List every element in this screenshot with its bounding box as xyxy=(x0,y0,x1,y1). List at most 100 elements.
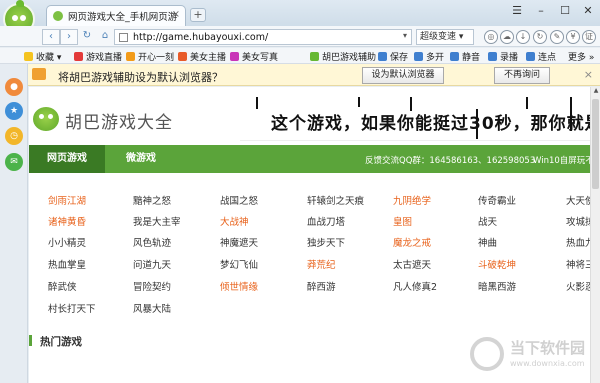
bookmark-more[interactable]: 更多 » xyxy=(568,50,594,63)
chat-icon[interactable]: ✉ xyxy=(5,153,23,171)
banner-bar xyxy=(358,97,360,107)
game-link[interactable]: 九阴绝学 xyxy=(393,193,431,207)
bookmark-beauty-photo[interactable]: 美女写真 xyxy=(230,50,278,63)
game-link[interactable]: 神将三 xyxy=(566,257,590,271)
scroll-thumb[interactable] xyxy=(592,99,599,189)
game-link[interactable]: 剑雨江湖 xyxy=(48,193,86,207)
game-link[interactable]: 攻城掠 xyxy=(566,214,590,228)
certificate-icon[interactable]: 证 xyxy=(582,30,596,44)
game-link[interactable]: 火影忍 xyxy=(566,279,590,293)
bookmark-favorites[interactable]: 收藏 ▾ xyxy=(24,50,61,63)
vertical-scrollbar[interactable]: ▲ xyxy=(590,87,600,383)
download-icon[interactable]: ↓ xyxy=(516,30,530,44)
bookmark-beauty-anchor[interactable]: 美女主播 xyxy=(178,50,226,63)
game-link[interactable]: 我是大主宰 xyxy=(133,214,181,228)
set-default-button[interactable]: 设为默认浏览器 xyxy=(362,67,444,84)
address-value[interactable]: http://game.hubayouxi.com/ xyxy=(133,32,268,43)
game-link[interactable]: 皇图 xyxy=(393,214,412,228)
navigation-bar: ‹ › ↻ ⌂ http://game.hubayouxi.com/ ▾ 超级变… xyxy=(0,26,600,47)
game-link[interactable]: 风色轨迹 xyxy=(133,235,171,249)
watermark-logo-icon xyxy=(470,337,504,371)
tab-web-games[interactable]: 网页游戏 xyxy=(29,145,105,173)
game-link[interactable]: 战天 xyxy=(478,214,497,228)
ad-banner[interactable]: 这个游戏，如果你能挺过30秒，那你就是 xyxy=(240,95,590,141)
live-icon xyxy=(74,52,83,61)
home-button[interactable]: ⌂ xyxy=(96,29,114,45)
game-link[interactable]: 醉西游 xyxy=(307,279,336,293)
back-button[interactable]: ‹ xyxy=(42,29,60,45)
sync-icon[interactable]: ↻ xyxy=(533,30,547,44)
minimize-button[interactable]: – xyxy=(530,3,552,19)
speed-mode-select[interactable]: 超级变速 ▾ xyxy=(416,29,474,45)
game-link[interactable]: 冒险契约 xyxy=(133,279,171,293)
default-browser-notice: 将胡巴游戏辅助设为默认浏览器？ 设为默认浏览器 不再询问 × xyxy=(28,64,600,86)
multi-icon xyxy=(414,52,423,61)
address-dropdown-icon[interactable]: ▾ xyxy=(403,31,407,40)
user-icon[interactable]: ● xyxy=(5,78,23,96)
maximize-button[interactable]: ☐ xyxy=(554,3,576,19)
game-link[interactable]: 独步天下 xyxy=(307,235,345,249)
notice-close-icon[interactable]: × xyxy=(584,68,593,81)
game-link[interactable]: 问道九天 xyxy=(133,257,171,271)
game-link[interactable]: 血战刀塔 xyxy=(307,214,345,228)
gamepad-icon[interactable]: ◎ xyxy=(484,30,498,44)
bookmark-happy-moment[interactable]: 开心一刻 xyxy=(126,50,174,63)
game-link[interactable]: 醉武侠 xyxy=(48,279,77,293)
bookmark-save[interactable]: 保存 xyxy=(378,50,408,63)
site-logo-icon[interactable] xyxy=(33,107,59,131)
game-link[interactable]: 倾世情缘 xyxy=(220,279,258,293)
game-link[interactable]: 黯神之怒 xyxy=(133,193,171,207)
game-link[interactable]: 战国之怒 xyxy=(220,193,258,207)
game-link[interactable]: 魔龙之戒 xyxy=(393,235,431,249)
y-icon xyxy=(178,52,187,61)
notice-message: 将胡巴游戏辅助设为默认浏览器？ xyxy=(58,71,223,84)
game-link[interactable]: 莽荒纪 xyxy=(307,257,336,271)
bookmark-record[interactable]: 录播 xyxy=(488,50,518,63)
game-link[interactable]: 热血九 xyxy=(566,235,590,249)
menu-button[interactable]: ☰ xyxy=(506,3,528,19)
dont-ask-button[interactable]: 不再询问 xyxy=(494,67,550,84)
game-link[interactable]: 神魔遮天 xyxy=(220,235,258,249)
m-icon xyxy=(230,52,239,61)
close-window-button[interactable]: ✕ xyxy=(577,3,599,19)
new-tab-button[interactable]: + xyxy=(190,8,206,22)
tab-micro-games[interactable]: 微游戏 xyxy=(113,145,169,173)
game-link[interactable]: 太古遮天 xyxy=(393,257,431,271)
tab-close-icon[interactable]: × xyxy=(172,9,180,20)
refresh-button[interactable]: ↻ xyxy=(78,29,96,45)
bookmark-hubaa-assist[interactable]: 胡巴游戏辅助 xyxy=(310,50,376,63)
site-nav-bar: 网页游戏 微游戏 反馈交流QQ群：164586163、162598053 Win… xyxy=(29,145,590,173)
game-link[interactable]: 诸神黄昏 xyxy=(48,214,86,228)
hubaa-icon xyxy=(310,52,319,61)
game-link[interactable]: 大战神 xyxy=(220,214,249,228)
game-link[interactable]: 传奇霸业 xyxy=(478,193,516,207)
game-link[interactable]: 大天使 xyxy=(566,193,590,207)
save-icon xyxy=(378,52,387,61)
game-link[interactable]: 小小精灵 xyxy=(48,235,86,249)
bookmark-mute[interactable]: 静音 xyxy=(450,50,480,63)
clock-icon[interactable]: ◷ xyxy=(5,127,23,145)
game-link[interactable]: 轩辕剑之天痕 xyxy=(307,193,364,207)
cloud-icon[interactable]: ☁ xyxy=(500,30,514,44)
plugin-icon[interactable]: ✎ xyxy=(550,30,564,44)
banner-bar xyxy=(256,97,258,109)
site-title[interactable]: 胡巴游戏大全 xyxy=(65,108,173,133)
game-link[interactable]: 风暴大陆 xyxy=(133,301,171,315)
money-icon[interactable]: ¥ xyxy=(566,30,580,44)
bookmark-autoclick[interactable]: 连点 xyxy=(526,50,556,63)
bookmark-multi-open[interactable]: 多开 xyxy=(414,50,444,63)
game-link[interactable]: 热血掌皇 xyxy=(48,257,86,271)
game-link[interactable]: 村长打天下 xyxy=(48,301,96,315)
game-link[interactable]: 暗黑西游 xyxy=(478,279,516,293)
game-link[interactable]: 斗破乾坤 xyxy=(478,257,516,271)
win10-hint[interactable]: Win10自屏玩不 xyxy=(533,154,590,166)
browser-tab[interactable]: 网页游戏大全_手机网页游 × xyxy=(46,5,186,26)
forward-button[interactable]: › xyxy=(60,29,78,45)
game-link[interactable]: 凡人修真2 xyxy=(393,279,437,293)
scroll-up-icon[interactable]: ▲ xyxy=(591,87,600,97)
bookmark-game-live[interactable]: 游戏直播 xyxy=(74,50,122,63)
address-bar[interactable]: http://game.hubayouxi.com/ ▾ xyxy=(114,29,412,45)
game-link[interactable]: 梦幻飞仙 xyxy=(220,257,258,271)
star-icon[interactable]: ★ xyxy=(5,102,23,120)
game-link[interactable]: 神曲 xyxy=(478,235,497,249)
